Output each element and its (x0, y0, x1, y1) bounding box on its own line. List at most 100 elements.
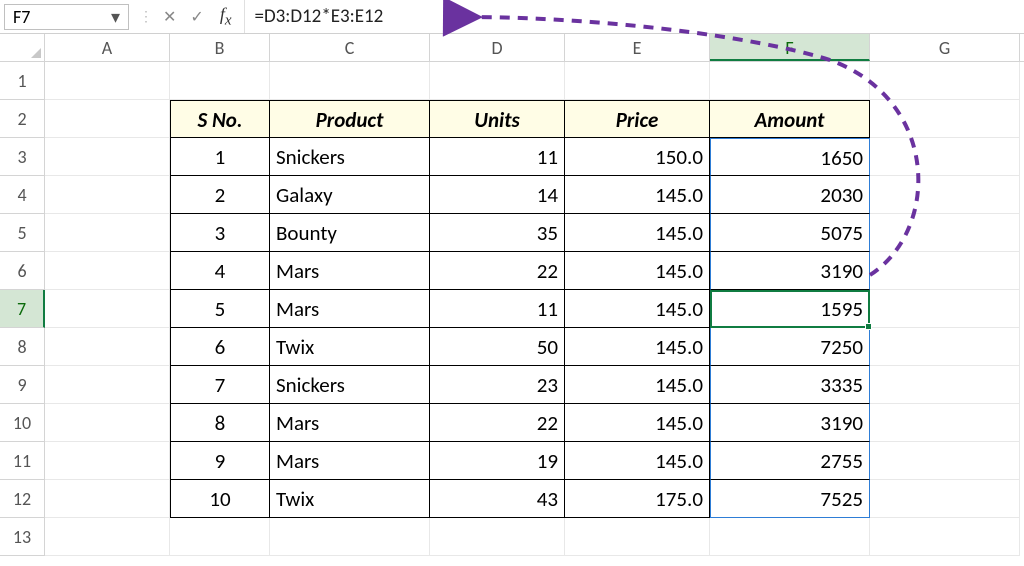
cell[interactable] (870, 480, 1020, 518)
cell-product[interactable]: Bounty (270, 214, 430, 252)
cell-sno[interactable]: 9 (170, 442, 270, 480)
cell-amount[interactable]: 3190 (710, 404, 870, 442)
col-header-B[interactable]: B (170, 34, 270, 61)
cell-units[interactable]: 43 (430, 480, 565, 518)
cell-units[interactable]: 22 (430, 252, 565, 290)
row-header[interactable]: 12 (0, 480, 45, 518)
header-sno[interactable]: S No. (170, 100, 270, 138)
row-header[interactable]: 11 (0, 442, 45, 480)
cell-price[interactable]: 145.0 (565, 442, 710, 480)
cell[interactable] (430, 62, 565, 100)
row-header[interactable]: 7 (0, 290, 45, 328)
row-header[interactable]: 6 (0, 252, 45, 290)
cell-units[interactable]: 14 (430, 176, 565, 214)
cell[interactable] (270, 62, 430, 100)
cell-sno[interactable]: 3 (170, 214, 270, 252)
accept-icon[interactable]: ✓ (186, 7, 207, 27)
cell-amount[interactable]: 7525 (710, 480, 870, 518)
cell[interactable] (45, 518, 170, 556)
cell-amount[interactable]: 3190 (710, 252, 870, 290)
row-header[interactable]: 9 (0, 366, 45, 404)
cell-price[interactable]: 145.0 (565, 366, 710, 404)
cell-price[interactable]: 145.0 (565, 252, 710, 290)
cell-sno[interactable]: 1 (170, 138, 270, 176)
cell[interactable] (565, 518, 710, 556)
header-units[interactable]: Units (430, 100, 565, 138)
cell-price[interactable]: 145.0 (565, 328, 710, 366)
col-header-G[interactable]: G (870, 34, 1020, 61)
cell[interactable] (870, 328, 1020, 366)
cell[interactable] (45, 404, 170, 442)
cell-amount[interactable]: 2755 (710, 442, 870, 480)
cell-units[interactable]: 19 (430, 442, 565, 480)
cell-price[interactable]: 145.0 (565, 404, 710, 442)
cell[interactable] (170, 518, 270, 556)
cell-price[interactable]: 145.0 (565, 214, 710, 252)
header-amount[interactable]: Amount (710, 100, 870, 138)
cell-sno[interactable]: 4 (170, 252, 270, 290)
row-header[interactable]: 2 (0, 100, 45, 138)
cell-units[interactable]: 11 (430, 290, 565, 328)
fx-icon[interactable]: fx (214, 4, 238, 30)
cell[interactable] (870, 518, 1020, 556)
cell[interactable] (45, 138, 170, 176)
cell-product[interactable]: Snickers (270, 138, 430, 176)
col-header-D[interactable]: D (430, 34, 565, 61)
chevron-down-icon[interactable]: ▾ (111, 6, 120, 28)
cell[interactable] (45, 100, 170, 138)
cell-price[interactable]: 145.0 (565, 290, 710, 328)
col-header-F[interactable]: F (710, 34, 870, 61)
cell-price[interactable]: 175.0 (565, 480, 710, 518)
cell[interactable] (870, 290, 1020, 328)
cell[interactable] (45, 252, 170, 290)
row-header[interactable]: 5 (0, 214, 45, 252)
header-price[interactable]: Price (565, 100, 710, 138)
cell[interactable] (870, 214, 1020, 252)
row-header[interactable]: 10 (0, 404, 45, 442)
cell-sno[interactable]: 6 (170, 328, 270, 366)
cell-units[interactable]: 22 (430, 404, 565, 442)
cell[interactable] (270, 518, 430, 556)
cell[interactable] (45, 480, 170, 518)
col-header-A[interactable]: A (45, 34, 170, 61)
cell-product[interactable]: Galaxy (270, 176, 430, 214)
cell[interactable] (170, 62, 270, 100)
name-box[interactable]: F7 ▾ (4, 4, 129, 30)
cell-amount[interactable]: 5075 (710, 214, 870, 252)
cell-units[interactable]: 35 (430, 214, 565, 252)
cell-price[interactable]: 145.0 (565, 176, 710, 214)
col-header-E[interactable]: E (565, 34, 710, 61)
cell[interactable] (45, 328, 170, 366)
row-header[interactable]: 8 (0, 328, 45, 366)
cell-units[interactable]: 11 (430, 138, 565, 176)
cell[interactable] (430, 518, 565, 556)
header-product[interactable]: Product (270, 100, 430, 138)
formula-input[interactable]: =D3:D12*E3:E12 (245, 5, 1024, 28)
cell[interactable] (870, 404, 1020, 442)
cell-product[interactable]: Mars (270, 404, 430, 442)
cell[interactable] (870, 366, 1020, 404)
cell[interactable] (565, 62, 710, 100)
cell[interactable] (870, 138, 1020, 176)
cell-sno[interactable]: 10 (170, 480, 270, 518)
cell-product[interactable]: Snickers (270, 366, 430, 404)
cell[interactable] (45, 176, 170, 214)
row-header[interactable]: 13 (0, 518, 45, 556)
cell[interactable] (45, 290, 170, 328)
cell-product[interactable]: Twix (270, 328, 430, 366)
cell-amount[interactable]: 2030 (710, 176, 870, 214)
cell[interactable] (870, 100, 1020, 138)
cell[interactable] (45, 366, 170, 404)
cell[interactable] (870, 442, 1020, 480)
cell[interactable] (710, 518, 870, 556)
select-all-corner[interactable] (0, 34, 45, 61)
cell-sno[interactable]: 7 (170, 366, 270, 404)
cell-product[interactable]: Mars (270, 290, 430, 328)
col-header-C[interactable]: C (270, 34, 430, 61)
cell[interactable] (45, 442, 170, 480)
cell-product[interactable]: Mars (270, 442, 430, 480)
cell[interactable] (870, 176, 1020, 214)
cell-product[interactable]: Mars (270, 252, 430, 290)
cell-units[interactable]: 50 (430, 328, 565, 366)
cancel-icon[interactable]: ✕ (159, 7, 180, 27)
